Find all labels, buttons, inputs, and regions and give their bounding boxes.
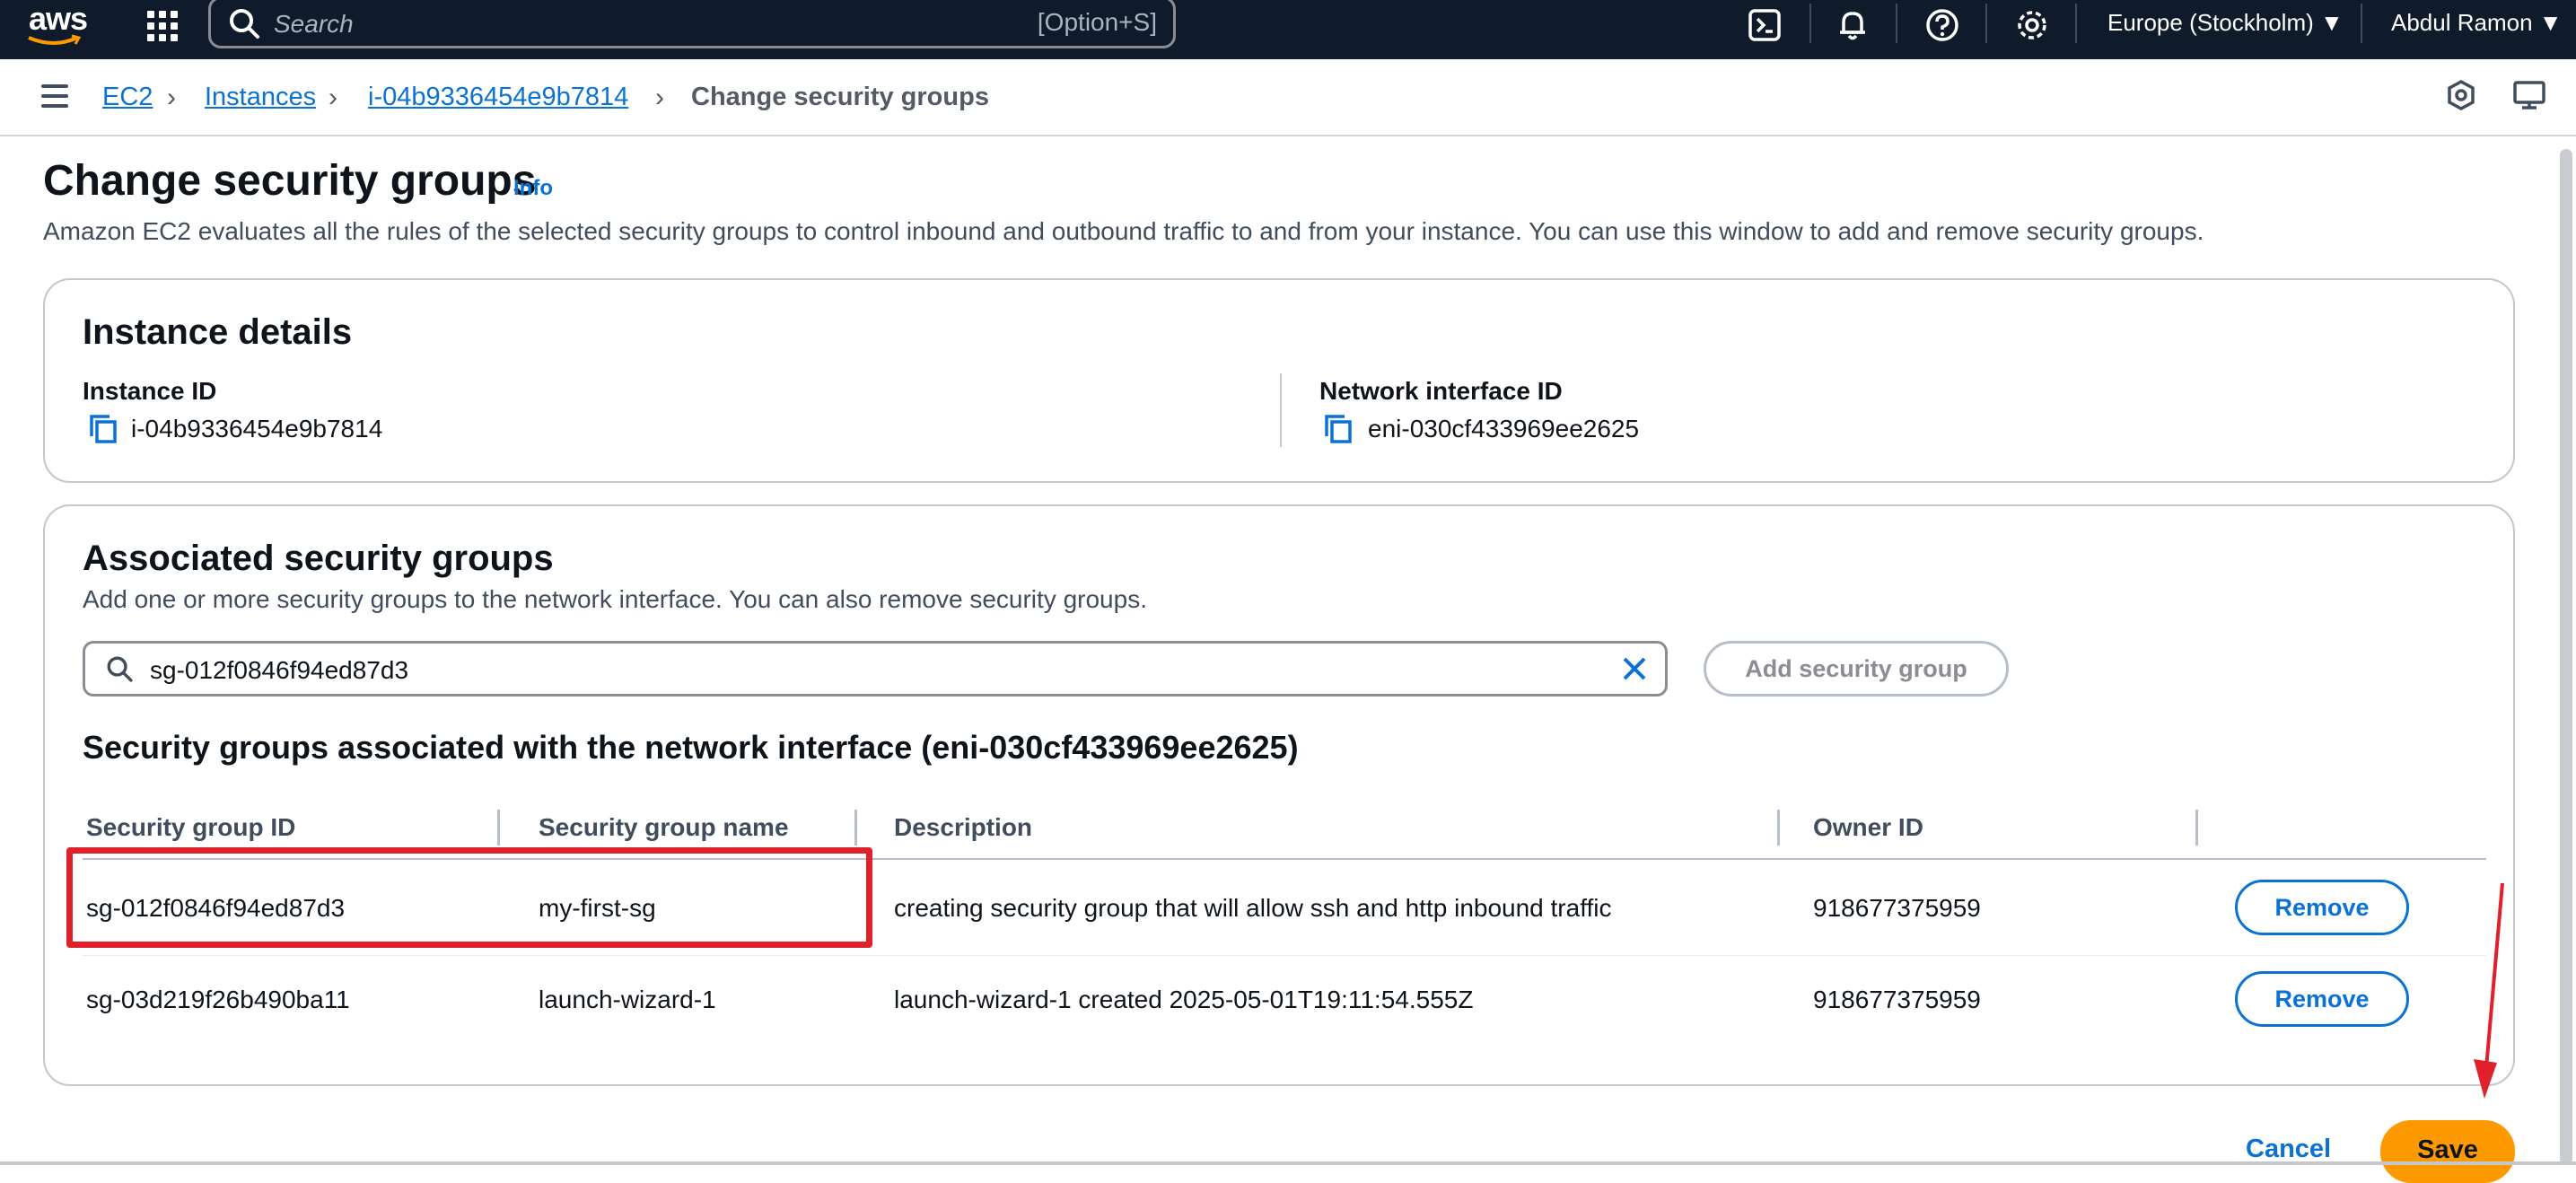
cancel-button[interactable]: Cancel bbox=[2246, 1135, 2331, 1164]
owner-id-cell: 918677375959 bbox=[1813, 894, 1981, 922]
hamburger-menu-icon[interactable] bbox=[41, 84, 68, 114]
bottom-edge bbox=[0, 1161, 2576, 1165]
search-icon bbox=[107, 656, 133, 682]
column-resizer[interactable] bbox=[854, 810, 857, 846]
sg-description-cell: creating security group that will allow … bbox=[894, 894, 1612, 922]
associated-security-groups-card: Associated security groups Add one or mo… bbox=[43, 504, 2515, 1086]
network-interface-label: Network interface ID bbox=[1319, 377, 1563, 405]
nav-divider bbox=[2075, 4, 2077, 43]
page-description: Amazon EC2 evaluates all the rules of th… bbox=[43, 217, 2204, 245]
info-link[interactable]: Info bbox=[513, 176, 553, 201]
breadcrumb-ec2[interactable]: EC2 bbox=[102, 83, 153, 112]
row-divider bbox=[83, 955, 2486, 956]
associated-sg-description: Add one or more security groups to the n… bbox=[83, 585, 1147, 613]
user-name: Abdul Ramon bbox=[2391, 9, 2533, 36]
sg-name-cell: launch-wizard-1 bbox=[539, 986, 716, 1013]
column-header-description[interactable]: Description bbox=[894, 813, 1032, 842]
remove-button[interactable]: Remove bbox=[2235, 880, 2409, 935]
instance-details-card: Instance details Instance ID i-04b933645… bbox=[43, 278, 2515, 483]
table-title: Security groups associated with the netw… bbox=[83, 729, 1299, 766]
remove-button[interactable]: Remove bbox=[2235, 971, 2409, 1027]
nav-divider bbox=[2361, 4, 2362, 43]
column-divider bbox=[1280, 373, 1282, 447]
global-search-input[interactable]: Search [Option+S] bbox=[208, 0, 1176, 48]
copy-icon[interactable] bbox=[1323, 413, 1355, 445]
network-interface-value: eni-030cf433969ee2625 bbox=[1368, 415, 1640, 443]
instance-details-title: Instance details bbox=[83, 312, 353, 352]
region-label: Europe (Stockholm) bbox=[2107, 9, 2314, 36]
owner-id-cell: 918677375959 bbox=[1813, 986, 1981, 1013]
bell-icon[interactable] bbox=[1835, 7, 1871, 43]
breadcrumb-bar: EC2 › Instances › i-04b9336454e9b7814 › … bbox=[0, 59, 2576, 136]
cloudshell-icon[interactable] bbox=[1747, 7, 1783, 43]
sg-description-cell: launch-wizard-1 created 2025-05-01T19:11… bbox=[894, 986, 1474, 1013]
page-scrollbar[interactable] bbox=[2560, 149, 2572, 1165]
gear-icon[interactable] bbox=[2014, 7, 2050, 43]
notifications-hexagon-icon[interactable] bbox=[2443, 77, 2479, 113]
sg-id-cell: sg-03d219f26b490ba11 bbox=[86, 986, 350, 1013]
copy-icon[interactable] bbox=[88, 413, 120, 445]
nav-divider bbox=[1896, 4, 1897, 43]
instance-id-label: Instance ID bbox=[83, 377, 217, 405]
grid-menu-icon[interactable] bbox=[144, 7, 180, 43]
security-group-search-input[interactable]: sg-012f0846f94ed87d3 bbox=[83, 641, 1668, 697]
column-header-sg-name[interactable]: Security group name bbox=[539, 813, 789, 842]
associated-sg-title: Associated security groups bbox=[83, 539, 554, 578]
display-settings-icon[interactable] bbox=[2511, 77, 2547, 113]
search-shortcut: [Option+S] bbox=[1037, 8, 1157, 36]
annotation-arrow bbox=[2474, 882, 2504, 1099]
caret-down-icon: ▼ bbox=[2538, 9, 2563, 36]
nav-divider bbox=[1809, 4, 1811, 43]
save-button[interactable]: Save bbox=[2380, 1120, 2515, 1183]
breadcrumb-current: Change security groups bbox=[691, 83, 989, 111]
user-menu[interactable]: Abdul Ramon ▼ bbox=[2391, 9, 2563, 37]
aws-logo-smile bbox=[28, 34, 81, 45]
breadcrumb-instances[interactable]: Instances bbox=[205, 83, 316, 112]
annotation-highlight-box bbox=[66, 847, 872, 948]
nav-divider bbox=[1985, 4, 1987, 43]
search-value: sg-012f0846f94ed87d3 bbox=[150, 656, 409, 684]
instance-id-value: i-04b9336454e9b7814 bbox=[131, 415, 383, 443]
column-resizer[interactable] bbox=[1777, 810, 1780, 846]
search-icon bbox=[230, 9, 259, 39]
add-security-group-button[interactable]: Add security group bbox=[1704, 641, 2009, 697]
page-title: Change security groups bbox=[43, 157, 537, 205]
caret-down-icon: ▼ bbox=[2320, 9, 2344, 36]
chevron-right-icon: › bbox=[329, 83, 337, 112]
top-navigation-bar: aws Search [Option+S] Europe (Stockholm)… bbox=[0, 0, 2576, 59]
breadcrumb-instance-id[interactable]: i-04b9336454e9b7814 bbox=[368, 83, 628, 112]
column-header-owner-id[interactable]: Owner ID bbox=[1813, 813, 1923, 842]
help-icon[interactable] bbox=[1924, 7, 1960, 43]
chevron-right-icon: › bbox=[167, 83, 176, 112]
chevron-right-icon: › bbox=[655, 83, 664, 112]
search-placeholder: Search bbox=[274, 10, 354, 38]
column-resizer[interactable] bbox=[497, 810, 500, 846]
clear-icon[interactable] bbox=[1618, 653, 1651, 685]
column-resizer[interactable] bbox=[2195, 810, 2198, 846]
column-header-sg-id[interactable]: Security group ID bbox=[86, 813, 295, 842]
region-selector[interactable]: Europe (Stockholm) ▼ bbox=[2107, 9, 2344, 37]
